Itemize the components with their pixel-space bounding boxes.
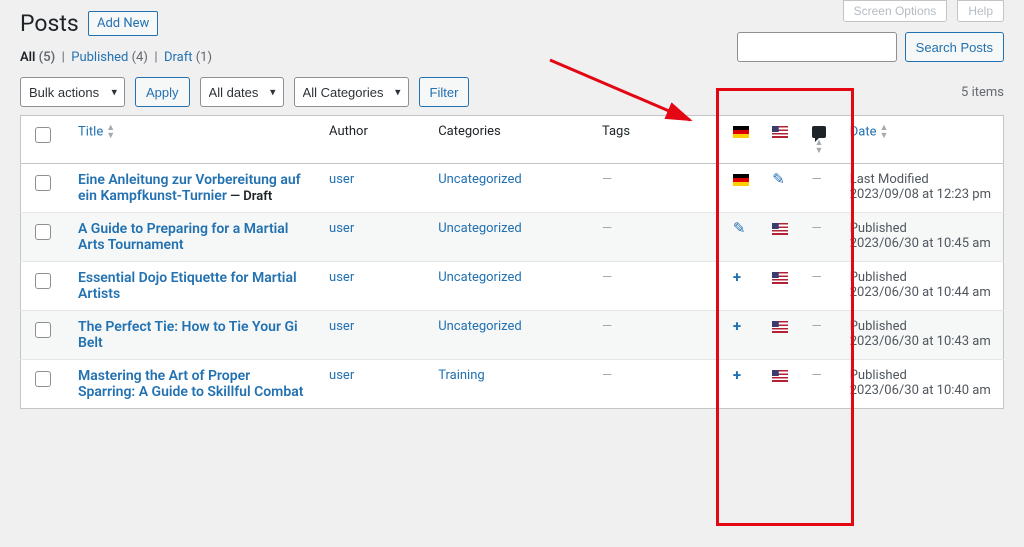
category-link[interactable]: Training	[438, 368, 484, 383]
post-title-link[interactable]: A Guide to Preparing for a Martial Arts …	[78, 221, 288, 253]
filter-published[interactable]: Published (4)	[71, 50, 148, 65]
lang-de-cell[interactable]: ✎	[723, 213, 762, 262]
add-new-button[interactable]: Add New	[88, 11, 158, 36]
author-link[interactable]: user	[329, 172, 354, 187]
date-cell: Published2023/06/30 at 10:45 am	[840, 213, 1004, 262]
col-author[interactable]: Author	[319, 116, 428, 164]
pencil-icon[interactable]: ✎	[733, 221, 746, 236]
col-date[interactable]: Date▲▼	[840, 116, 1004, 164]
category-link[interactable]: Uncategorized	[438, 172, 521, 187]
author-link[interactable]: user	[329, 319, 354, 334]
col-title[interactable]: Title▲▼	[68, 116, 319, 164]
col-lang-de[interactable]	[723, 116, 762, 164]
table-row: Mastering the Art of Proper Sparring: A …	[21, 360, 1004, 409]
date-cell: Published2023/06/30 at 10:44 am	[840, 262, 1004, 311]
category-link[interactable]: Uncategorized	[438, 270, 521, 285]
lang-us-cell[interactable]	[762, 360, 801, 409]
post-title-link[interactable]: The Perfect Tie: How to Tie Your Gi Belt	[78, 319, 298, 351]
lang-de-cell[interactable]: +	[723, 311, 762, 360]
lang-us-cell[interactable]	[762, 262, 801, 311]
filter-draft[interactable]: Draft (1)	[164, 50, 212, 65]
search-input[interactable]	[737, 32, 897, 62]
author-link[interactable]: user	[329, 368, 354, 383]
post-state: — Draft	[227, 189, 272, 204]
lang-de-cell[interactable]	[723, 164, 762, 213]
flag-us-icon	[772, 223, 788, 235]
plus-icon[interactable]: +	[733, 270, 741, 285]
author-link[interactable]: user	[329, 270, 354, 285]
row-checkbox[interactable]	[35, 175, 51, 191]
bulk-actions-select[interactable]: Bulk actions	[20, 77, 125, 107]
item-count: 5 items	[961, 85, 1004, 100]
tags-value: —	[602, 172, 612, 187]
category-link[interactable]: Uncategorized	[438, 221, 521, 236]
filter-all[interactable]: All (5)	[20, 50, 55, 65]
row-checkbox[interactable]	[35, 273, 51, 289]
date-cell: Last Modified2023/09/08 at 12:23 pm	[840, 164, 1004, 213]
sort-icon: ▲▼	[106, 124, 115, 140]
date-filter-select[interactable]: All dates	[200, 77, 284, 107]
lang-us-cell[interactable]	[762, 311, 801, 360]
col-comments[interactable]: ▲▼	[802, 116, 840, 164]
lang-de-cell[interactable]: +	[723, 262, 762, 311]
lang-us-cell[interactable]: ✎	[762, 164, 801, 213]
table-row: Eine Anleitung zur Vorbereitung auf ein …	[21, 164, 1004, 213]
posts-table: Title▲▼ Author Categories Tags ▲▼ Date▲▼…	[20, 115, 1004, 409]
row-checkbox[interactable]	[35, 322, 51, 338]
plus-icon[interactable]: +	[733, 368, 741, 383]
col-lang-us[interactable]	[762, 116, 801, 164]
flag-us-icon	[772, 370, 788, 382]
tags-value: —	[602, 319, 612, 334]
sort-icon: ▲▼	[879, 124, 888, 140]
category-link[interactable]: Uncategorized	[438, 319, 521, 334]
table-row: Essential Dojo Etiquette for Martial Art…	[21, 262, 1004, 311]
tags-value: —	[602, 270, 612, 285]
comments-value: —	[812, 221, 822, 236]
select-all-checkbox[interactable]	[35, 127, 51, 143]
flag-de-icon	[733, 174, 749, 186]
comments-value: —	[812, 172, 822, 187]
flag-us-icon	[772, 272, 788, 284]
lang-de-cell[interactable]: +	[723, 360, 762, 409]
pencil-icon[interactable]: ✎	[772, 172, 785, 187]
row-checkbox[interactable]	[35, 371, 51, 387]
author-link[interactable]: user	[329, 221, 354, 236]
date-cell: Published2023/06/30 at 10:40 am	[840, 360, 1004, 409]
post-title-link[interactable]: Essential Dojo Etiquette for Martial Art…	[78, 270, 297, 302]
lang-us-cell[interactable]	[762, 213, 801, 262]
plus-icon[interactable]: +	[733, 319, 741, 334]
filter-button[interactable]: Filter	[419, 77, 470, 107]
category-filter-select[interactable]: All Categories	[294, 77, 409, 107]
table-row: The Perfect Tie: How to Tie Your Gi Belt…	[21, 311, 1004, 360]
post-title-link[interactable]: Mastering the Art of Proper Sparring: A …	[78, 368, 303, 400]
comment-icon	[812, 126, 826, 138]
flag-de-icon	[733, 126, 749, 138]
apply-button[interactable]: Apply	[135, 77, 190, 107]
comments-value: —	[812, 368, 822, 383]
flag-us-icon	[772, 126, 788, 138]
tags-value: —	[602, 368, 612, 383]
col-tags[interactable]: Tags	[592, 116, 723, 164]
tags-value: —	[602, 221, 612, 236]
page-title: Posts	[20, 10, 79, 37]
table-row: A Guide to Preparing for a Martial Arts …	[21, 213, 1004, 262]
screen-options-button[interactable]: Screen Options	[843, 0, 948, 22]
help-button[interactable]: Help	[957, 0, 1004, 22]
row-checkbox[interactable]	[35, 224, 51, 240]
comments-value: —	[812, 270, 822, 285]
comments-value: —	[812, 319, 822, 334]
date-cell: Published2023/06/30 at 10:43 am	[840, 311, 1004, 360]
flag-us-icon	[772, 321, 788, 333]
col-categories[interactable]: Categories	[428, 116, 592, 164]
search-button[interactable]: Search Posts	[905, 32, 1004, 62]
